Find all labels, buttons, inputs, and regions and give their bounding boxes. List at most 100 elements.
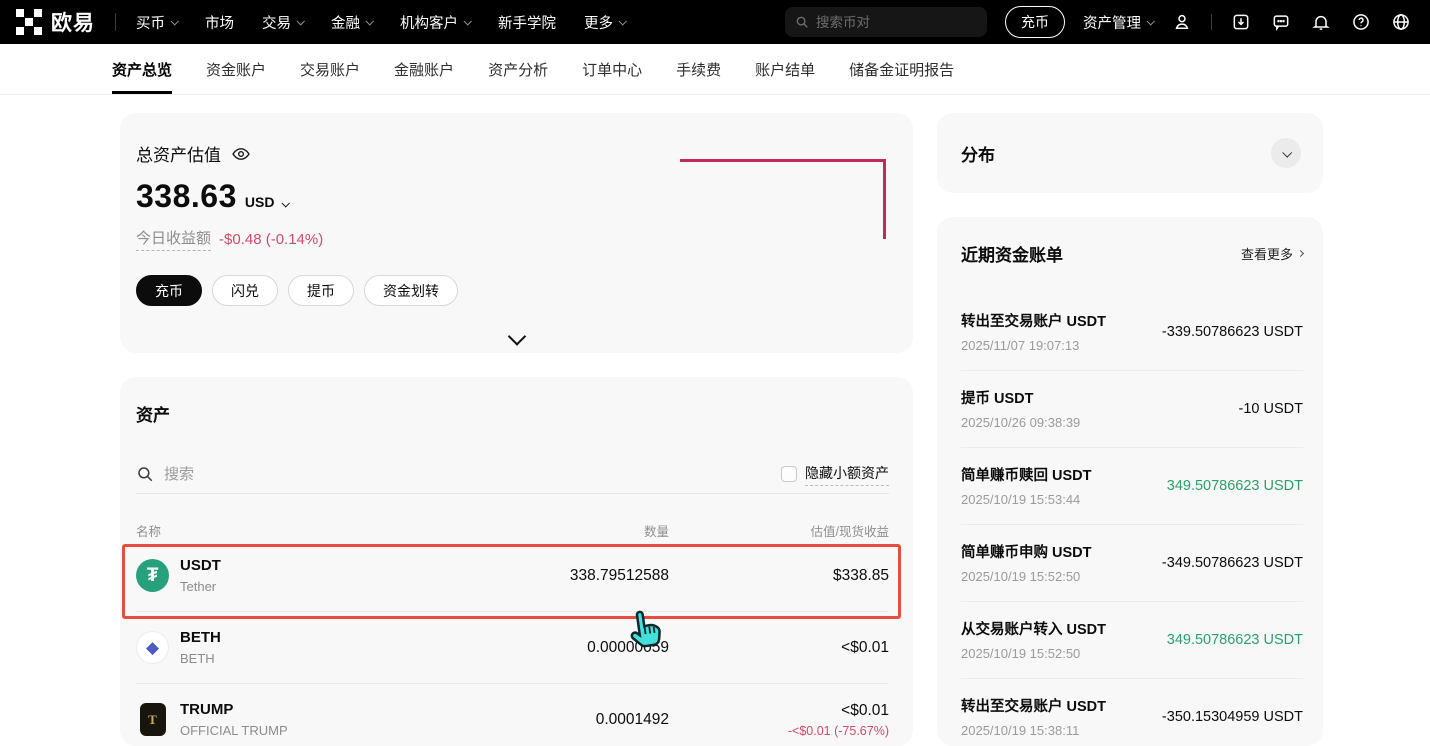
quick-action-button[interactable]: 资金划转: [364, 275, 458, 306]
transaction-time: 2025/10/19 15:52:50: [961, 569, 1081, 584]
tab[interactable]: 资产总览: [112, 44, 173, 94]
transaction-row[interactable]: 转出至交易账户 USDT 2025/11/07 19:07:13 -339.50…: [961, 294, 1303, 370]
asset-row[interactable]: ₮ USDT Tether 338.79512588 $338.85: [136, 540, 889, 611]
transaction-row[interactable]: 简单赚币申购 USDT 2025/10/19 15:52:50 -349.507…: [961, 524, 1303, 601]
transaction-row[interactable]: 转出至交易账户 USDT 2025/10/19 15:38:11 -350.15…: [961, 678, 1303, 746]
transaction-amount: -10 USDT: [1238, 400, 1303, 417]
tab[interactable]: 手续费: [676, 44, 721, 94]
nav-item[interactable]: 金融: [331, 12, 374, 33]
quick-action-button[interactable]: 提币: [288, 275, 354, 306]
search-icon: [796, 16, 808, 28]
nav-item[interactable]: 买币: [136, 12, 179, 33]
quick-actions: 充币 闪兑 提币 资金划转: [136, 275, 889, 306]
transactions-list: 转出至交易账户 USDT 2025/11/07 19:07:13 -339.50…: [961, 294, 1303, 746]
asset-search-box[interactable]: [136, 465, 781, 483]
chevron-right-icon: [1296, 249, 1305, 258]
coin-fullname: BETH: [180, 651, 215, 666]
tab[interactable]: 订单中心: [582, 44, 642, 94]
transaction-time: 2025/10/19 15:52:50: [961, 646, 1081, 661]
chevron-down-icon: [365, 17, 374, 26]
notifications-bell-icon[interactable]: [1310, 11, 1332, 33]
nav-item[interactable]: 机构客户: [400, 12, 472, 33]
language-globe-icon[interactable]: [1390, 11, 1412, 33]
coin-amount: 0.0001492: [595, 710, 669, 728]
tab[interactable]: 账户结单: [755, 44, 815, 94]
divider: [115, 13, 116, 31]
assets-table-header: 名称 数量 估值/现货收益: [136, 521, 889, 540]
column-value: 估值/现货收益: [810, 525, 889, 539]
hide-small-assets-checkbox[interactable]: [781, 466, 797, 482]
deposit-button[interactable]: 充币: [1005, 6, 1065, 38]
transaction-amount: 349.50786623 USDT: [1166, 477, 1303, 494]
okx-logo-icon: [16, 9, 42, 35]
quick-action-button[interactable]: 充币: [136, 275, 202, 306]
pair-search-box[interactable]: [785, 7, 987, 37]
view-more-link[interactable]: 查看更多: [1241, 244, 1305, 263]
brand-name: 欧易: [51, 12, 95, 35]
coin-pnl: -<$0.01 (-75.67%): [787, 723, 889, 738]
chevron-down-icon: [618, 17, 627, 26]
today-pnl-label: 今日收益额: [136, 227, 212, 251]
currency-chevron-icon[interactable]: [281, 199, 291, 208]
tab[interactable]: 资产分析: [488, 44, 548, 94]
chevron-down-icon: [296, 17, 305, 26]
hide-small-assets-toggle[interactable]: 隐藏小额资产: [781, 463, 889, 486]
coin-symbol: USDT: [180, 557, 221, 574]
transaction-title: 转出至交易账户 USDT: [961, 314, 1106, 330]
column-amount: 数量: [643, 525, 669, 539]
user-account-icon[interactable]: [1171, 11, 1193, 33]
transaction-row[interactable]: 从交易账户转入 USDT 2025/10/19 15:52:50 349.507…: [961, 601, 1303, 678]
transaction-title: 简单赚币申购 USDT: [961, 545, 1092, 561]
coin-fullname: OFFICIAL TRUMP: [180, 723, 288, 738]
transaction-title: 从交易账户转入 USDT: [961, 622, 1106, 638]
nav-item[interactable]: 新手学院: [498, 12, 556, 33]
assets-tab-bar: 资产总览 资金账户 交易账户 金融账户 资产分析 订单中心 手续费 账户结单 储…: [0, 44, 1430, 95]
top-navigation-bar: 欧易 买币 市场 交易 金融 机构客户 新手学院 更多 搜索币对 充币 资产管理: [0, 0, 1430, 44]
transaction-time: 2025/10/26 09:38:39: [961, 415, 1081, 430]
asset-row[interactable]: T TRUMP OFFICIAL TRUMP 0.0001492 <$0.01 …: [136, 683, 889, 746]
okx-logo[interactable]: 欧易: [16, 7, 95, 37]
nav-item[interactable]: 更多: [584, 12, 627, 33]
hide-small-assets-label: 隐藏小额资产: [805, 463, 889, 486]
tab[interactable]: 储备金证明报告: [849, 44, 954, 94]
transaction-title: 转出至交易账户 USDT: [961, 699, 1106, 715]
total-assets-card: 总资产估值 338.63 USD 今日收益额 -$0.48 (-0.14%) 充…: [120, 113, 913, 353]
today-pnl-value: -$0.48 (-0.14%): [219, 230, 324, 248]
tab[interactable]: 资金账户: [206, 44, 266, 94]
transaction-row[interactable]: 提币 USDT 2025/10/26 09:38:39 -10 USDT: [961, 370, 1303, 447]
recent-bills-title: 近期资金账单: [961, 246, 1063, 265]
transaction-title: 提币 USDT: [961, 391, 1034, 407]
expand-distribution-button[interactable]: [1271, 138, 1301, 168]
download-app-icon[interactable]: [1230, 11, 1252, 33]
coin-icon: ◆: [136, 631, 169, 664]
asset-management-menu[interactable]: 资产管理: [1083, 12, 1155, 33]
tab[interactable]: 金融账户: [394, 44, 454, 94]
transaction-amount: -349.50786623 USDT: [1161, 554, 1303, 571]
recent-bills-card: 近期资金账单 查看更多 转出至交易账户 USDT 2025/11/07 19:0…: [937, 217, 1323, 746]
asset-row[interactable]: ◆ BETH BETH 0.00000059 <$0.01: [136, 611, 889, 683]
nav-item[interactable]: 交易: [262, 12, 305, 33]
tab[interactable]: 交易账户: [300, 44, 360, 94]
page-content: 总资产估值 338.63 USD 今日收益额 -$0.48 (-0.14%) 充…: [0, 95, 1430, 746]
coin-icon: T: [139, 703, 166, 736]
coin-value: $338.85: [832, 566, 889, 584]
asset-search-input[interactable]: [164, 465, 464, 483]
column-name: 名称: [136, 525, 162, 539]
collapse-chevron-icon[interactable]: [507, 327, 526, 346]
nav-item[interactable]: 市场: [205, 12, 234, 33]
distribution-title: 分布: [961, 145, 995, 165]
coin-fullname: Tether: [180, 579, 217, 594]
support-chat-icon[interactable]: [1270, 11, 1292, 33]
transaction-amount: -350.15304959 USDT: [1161, 708, 1303, 725]
coin-symbol: BETH: [180, 629, 221, 646]
distribution-card: 分布: [937, 113, 1323, 193]
help-icon[interactable]: [1350, 11, 1372, 33]
currency-label: USD: [244, 194, 275, 210]
transaction-row[interactable]: 简单赚币赎回 USDT 2025/10/19 15:53:44 349.5078…: [961, 447, 1303, 524]
coin-value: <$0.01: [841, 638, 889, 656]
eye-toggle-icon[interactable]: [231, 144, 251, 164]
quick-action-button[interactable]: 闪兑: [212, 275, 278, 306]
assets-title: 资产: [136, 406, 170, 425]
primary-nav: 买币 市场 交易 金融 机构客户 新手学院 更多: [136, 12, 627, 33]
pair-search-input[interactable]: [816, 14, 977, 30]
